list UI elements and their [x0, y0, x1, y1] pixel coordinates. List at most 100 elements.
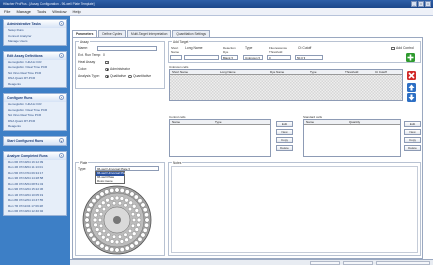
- qualitative-radio[interactable]: [105, 74, 109, 78]
- plate-well[interactable]: [104, 245, 110, 251]
- plate-well[interactable]: [106, 203, 111, 208]
- plate-well[interactable]: [101, 200, 106, 205]
- chevron-up-icon[interactable]: ^: [59, 52, 64, 58]
- plate-well[interactable]: [133, 240, 139, 246]
- plate-well[interactable]: [88, 232, 94, 238]
- plate-well[interactable]: [99, 243, 105, 249]
- plate-well[interactable]: [99, 223, 103, 228]
- chevron-up-icon[interactable]: ^: [59, 95, 64, 101]
- plate-well[interactable]: [128, 235, 133, 240]
- plate-well[interactable]: [137, 198, 143, 204]
- sidebar-item[interactable]: Manage Users: [4, 39, 66, 45]
- detection-dye-select[interactable]: Blank ▾: [221, 55, 238, 60]
- plate-well[interactable]: [92, 217, 98, 223]
- plate-well[interactable]: [136, 222, 141, 228]
- chevron-up-icon[interactable]: ^: [59, 152, 64, 158]
- plate-well[interactable]: [97, 204, 102, 209]
- plate-well[interactable]: [133, 194, 139, 200]
- plate-well[interactable]: [124, 189, 130, 195]
- tab-multi-target[interactable]: Multi-Target Interpretation: [127, 30, 172, 37]
- plate-well[interactable]: [109, 247, 115, 252]
- control-copy-button[interactable]: Copy: [276, 137, 293, 143]
- menu-file[interactable]: File: [4, 8, 10, 15]
- panel-header[interactable]: Configure Runs ^: [4, 94, 66, 102]
- plate-well[interactable]: [98, 218, 102, 222]
- heat-assay-checkbox[interactable]: ✓: [105, 60, 109, 64]
- plate-well[interactable]: [102, 228, 106, 233]
- plate-well[interactable]: [91, 236, 97, 242]
- standard-delete-button[interactable]: Delete: [404, 145, 421, 151]
- sidebar-item[interactable]: Reagents: [4, 124, 66, 130]
- plate-type-dropdown[interactable]: 96-well Universal Plate 96-well Plate Ro…: [95, 171, 128, 185]
- control-delete-button[interactable]: Delete: [276, 145, 293, 151]
- plate-well[interactable]: [131, 223, 135, 228]
- tab-parameters[interactable]: Parameters: [72, 30, 98, 37]
- notes-textarea[interactable]: [171, 166, 418, 253]
- plate-well[interactable]: [95, 227, 100, 232]
- plate-well[interactable]: [118, 234, 122, 239]
- menu-tools[interactable]: Tools: [37, 8, 46, 15]
- standard-edit-button[interactable]: Edit: [404, 121, 421, 127]
- plate-well[interactable]: [95, 208, 100, 213]
- plate-well[interactable]: [144, 217, 150, 223]
- x-icon[interactable]: [407, 71, 416, 80]
- plate-well[interactable]: [112, 234, 116, 239]
- plate-well[interactable]: [119, 188, 125, 193]
- dropdown-option[interactable]: Rotor-Gene: [96, 179, 124, 184]
- plate-well[interactable]: [91, 198, 97, 204]
- quantitative-radio[interactable]: [128, 74, 132, 78]
- plate-well[interactable]: [128, 228, 132, 233]
- plate-well[interactable]: [84, 217, 90, 223]
- plate-well[interactable]: [112, 201, 116, 206]
- menu-help[interactable]: Help: [73, 8, 81, 15]
- plate-well[interactable]: [131, 212, 135, 217]
- long-name-field[interactable]: [184, 55, 219, 60]
- name-field[interactable]: [97, 46, 157, 51]
- plate-well[interactable]: [88, 202, 94, 208]
- control-cells-table[interactable]: Name Type: [169, 119, 271, 157]
- plate-well[interactable]: [124, 198, 129, 203]
- chevron-down-icon[interactable]: v: [59, 137, 64, 143]
- plate-well[interactable]: [134, 208, 139, 213]
- arrow-up-icon[interactable]: [407, 83, 416, 92]
- plate-well[interactable]: [99, 212, 103, 217]
- plate-well[interactable]: [132, 204, 137, 209]
- sidebar-item[interactable]: Run 6R 07/10/04 12:40:02: [4, 209, 66, 215]
- plate-well[interactable]: [129, 243, 135, 249]
- tab-quantitation[interactable]: Quantitation Settings: [172, 30, 210, 37]
- menu-manage[interactable]: Manage: [16, 8, 30, 15]
- menu-window[interactable]: Window: [52, 8, 66, 15]
- plate-well[interactable]: [140, 202, 146, 208]
- plate-well[interactable]: [144, 222, 149, 228]
- standard-new-button[interactable]: New: [404, 129, 421, 135]
- plate-well[interactable]: [85, 222, 90, 228]
- plate-well[interactable]: [109, 188, 115, 193]
- plus-icon[interactable]: [406, 53, 415, 62]
- type-select[interactable]: Unknown ▾: [243, 55, 263, 60]
- plate-well[interactable]: [137, 236, 143, 242]
- plate-well[interactable]: [136, 217, 142, 223]
- plate-well[interactable]: [132, 218, 136, 222]
- plate-well[interactable]: [105, 237, 110, 242]
- plate-well[interactable]: [101, 235, 106, 240]
- plate-well[interactable]: [85, 212, 90, 218]
- sidebar-item[interactable]: Reagents: [4, 82, 66, 88]
- panel-header[interactable]: Administrative Tasks ^: [4, 20, 66, 28]
- plate-well[interactable]: [123, 232, 128, 237]
- threshold-field[interactable]: 0: [267, 55, 291, 60]
- plate-well[interactable]: [102, 207, 106, 212]
- chevron-up-icon[interactable]: ^: [59, 21, 64, 27]
- plate-well[interactable]: [134, 227, 139, 232]
- plate-well[interactable]: [124, 245, 130, 251]
- plate-well[interactable]: [118, 201, 122, 206]
- plate-well[interactable]: [140, 232, 146, 238]
- plate-well[interactable]: [104, 189, 110, 195]
- control-edit-button[interactable]: Edit: [276, 121, 293, 127]
- color-radio[interactable]: [105, 67, 109, 71]
- plate-well[interactable]: [93, 222, 98, 228]
- panel-header[interactable]: Analyze Completed Runs ^: [4, 151, 66, 160]
- plate-well[interactable]: [123, 203, 128, 208]
- plate-well[interactable]: [119, 239, 125, 244]
- plate-well[interactable]: [109, 239, 115, 244]
- standard-copy-button[interactable]: Copy: [404, 137, 421, 143]
